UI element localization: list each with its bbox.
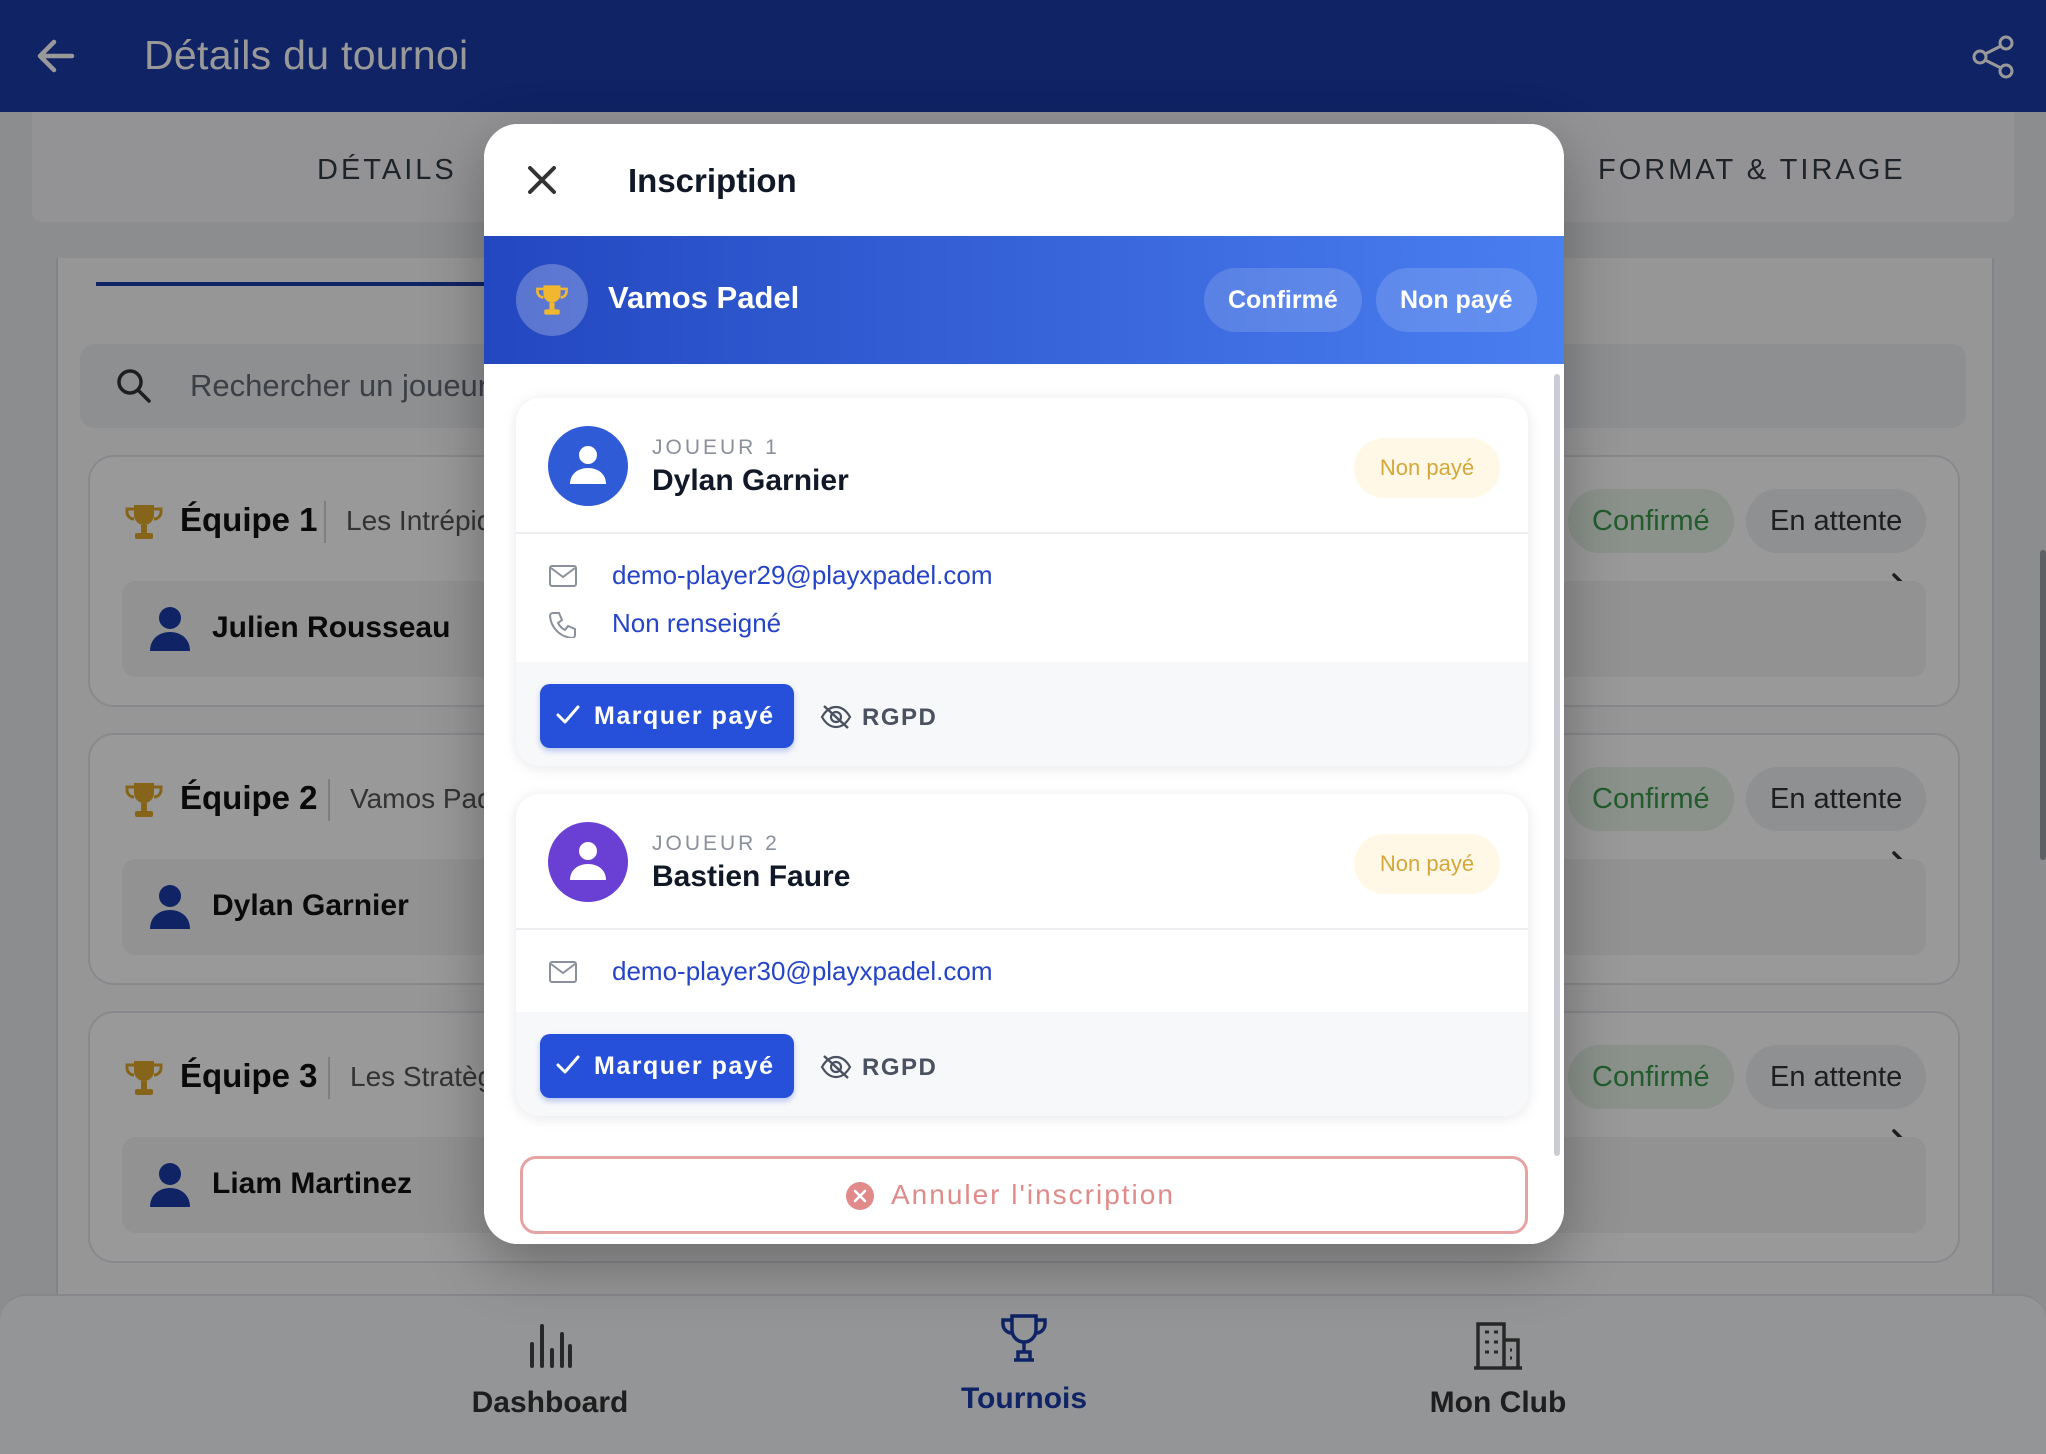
payment-badge: Non payé (1354, 438, 1500, 498)
modal-scrollbar[interactable] (1554, 374, 1560, 1156)
rgpd-button[interactable]: RGPD (810, 684, 950, 748)
payment-badge: Non payé (1354, 834, 1500, 894)
inscription-modal: Inscription Vamos Padel Confirmé Non pay… (484, 124, 1564, 1244)
modal-body: JOUEUR 1 Dylan Garnier Non payé demo-pla… (484, 364, 1564, 1244)
player-name: Bastien Faure (652, 860, 851, 893)
status-chip: Confirmé (1204, 268, 1362, 332)
mark-paid-label: Marquer payé (594, 1052, 775, 1080)
avatar (548, 426, 628, 506)
phone-icon (548, 612, 576, 638)
player-card: JOUEUR 2 Bastien Faure Non payé demo-pla… (516, 794, 1528, 1116)
mark-paid-button[interactable]: Marquer payé (540, 1034, 794, 1098)
cancel-inscription-button[interactable]: Annuler l'inscription (520, 1156, 1528, 1234)
player-actions: Marquer payé RGPD (516, 1012, 1528, 1116)
team-name: Vamos Padel (608, 280, 800, 315)
eye-off-icon (820, 1055, 852, 1079)
check-icon (556, 705, 580, 724)
payment-chip: Non payé (1376, 268, 1537, 332)
player-label: JOUEUR 1 (652, 436, 780, 459)
email-link[interactable]: demo-player29@playxpadel.com (612, 560, 992, 591)
rgpd-label: RGPD (862, 704, 938, 731)
cancel-label: Annuler l'inscription (891, 1179, 1175, 1210)
person-icon (570, 842, 606, 880)
player-label: JOUEUR 2 (652, 832, 780, 855)
phone-value: Non renseigné (612, 608, 782, 638)
mark-paid-label: Marquer payé (594, 702, 775, 730)
modal-title: Inscription (628, 162, 797, 199)
eye-off-icon (820, 705, 852, 729)
close-icon[interactable] (522, 160, 562, 200)
cancel-circle-icon (846, 1182, 874, 1210)
rgpd-label: RGPD (862, 1054, 938, 1081)
player-actions: Marquer payé RGPD (516, 662, 1528, 766)
trophy-icon (536, 285, 568, 315)
person-icon (570, 446, 606, 484)
avatar (548, 822, 628, 902)
mail-icon (549, 565, 577, 587)
mail-icon (549, 961, 577, 983)
mark-paid-button[interactable]: Marquer payé (540, 684, 794, 748)
divider (516, 532, 1528, 534)
team-avatar (516, 264, 588, 336)
email-link[interactable]: demo-player30@playxpadel.com (612, 956, 992, 987)
player-name: Dylan Garnier (652, 464, 849, 497)
modal-header: Inscription (484, 124, 1564, 236)
player-card: JOUEUR 1 Dylan Garnier Non payé demo-pla… (516, 398, 1528, 766)
team-banner: Vamos Padel Confirmé Non payé (484, 236, 1564, 364)
check-icon (556, 1055, 580, 1074)
rgpd-button[interactable]: RGPD (810, 1034, 950, 1098)
divider (516, 928, 1528, 930)
